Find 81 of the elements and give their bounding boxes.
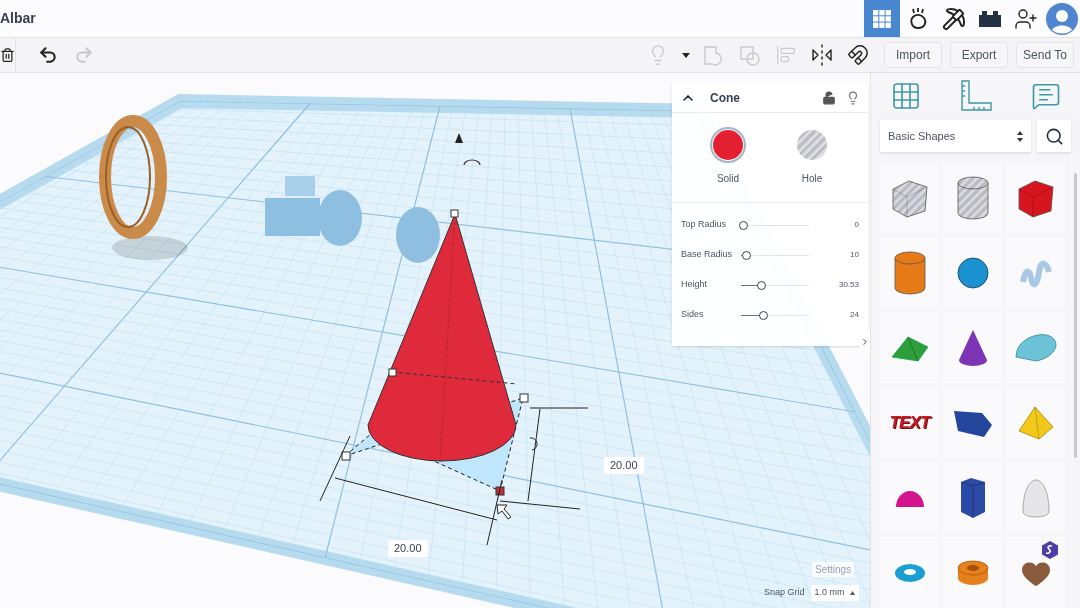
group-icon [703, 44, 725, 66]
shape-tile[interactable] [943, 387, 1002, 458]
pyramid-icon [1016, 404, 1055, 441]
parameter-label: Sides [681, 308, 705, 322]
parameter-value: 24 [850, 309, 859, 321]
magnet-icon [847, 44, 869, 66]
dimension-label: 20.00 [604, 457, 644, 474]
scrollbar[interactable] [1074, 173, 1077, 458]
snap-grid-dropdown[interactable]: 1.0 mm [810, 585, 859, 601]
cylinder-icon [955, 175, 990, 220]
search-button[interactable] [1037, 120, 1071, 152]
shape-tile[interactable] [1006, 537, 1065, 608]
grid-icon [872, 8, 892, 29]
shape-tile[interactable] [1006, 312, 1065, 383]
lightbulb-icon[interactable] [846, 90, 860, 105]
parameter-value: 30.53 [838, 279, 859, 291]
align-icon [776, 45, 796, 65]
solid-mode-button[interactable]: Solid [698, 127, 758, 186]
shape-name: Cone [710, 89, 740, 107]
hole-mode-button[interactable]: Hole [782, 127, 842, 186]
sort-arrows-icon [1017, 130, 1023, 142]
paraboloid-icon [1020, 477, 1051, 518]
shape-tile[interactable] [943, 537, 1002, 608]
snap-grid-label: Snap Grid [764, 586, 805, 600]
parameter-label: Base Radius [681, 248, 734, 262]
slider-thumb[interactable] [742, 250, 752, 260]
parameter-label: Height [681, 278, 708, 292]
tube-icon [956, 559, 989, 586]
shape-tile[interactable] [943, 312, 1002, 383]
shape-tile[interactable]: TEXT [880, 387, 939, 458]
cylinder-icon [892, 250, 927, 295]
trash-button[interactable] [0, 38, 16, 72]
shape-tile[interactable] [1006, 387, 1065, 458]
toolbar-button[interactable]: Export [950, 42, 1008, 68]
shape-tile[interactable] [943, 237, 1002, 308]
shape-tile[interactable] [1006, 162, 1065, 233]
toolbar-button[interactable]: Send To [1016, 42, 1074, 68]
shape-tile[interactable] [880, 462, 939, 533]
parameter-value: 10 [850, 249, 859, 261]
shape-tile[interactable] [943, 462, 1002, 533]
grid-nav-button[interactable] [864, 0, 900, 37]
shape-tile[interactable] [1006, 237, 1065, 308]
search-icon [1044, 126, 1064, 146]
chevron-right-icon [860, 336, 870, 348]
shape-tile[interactable] [943, 162, 1002, 233]
slider[interactable] [741, 220, 809, 230]
avatar-nav-button[interactable] [1044, 0, 1080, 37]
slider[interactable] [741, 250, 809, 260]
sphere-icon [955, 255, 990, 290]
slider-thumb[interactable] [759, 310, 769, 320]
project-title: Albar [0, 9, 36, 28]
brick-icon [979, 10, 1001, 27]
slider[interactable] [741, 310, 809, 320]
caret-icon [682, 52, 690, 58]
text-shape-label: TEXT [889, 411, 930, 434]
lock-icon[interactable] [822, 90, 836, 105]
shape-tile[interactable] [880, 312, 939, 383]
shape-tile[interactable] [880, 537, 939, 608]
parameter-value: 0 [854, 219, 859, 231]
shape-tile[interactable] [880, 237, 939, 308]
ruler-icon[interactable] [959, 78, 994, 113]
blob-icon [907, 6, 929, 31]
torus-icon [893, 562, 926, 583]
undo-icon [38, 45, 58, 65]
slider-thumb[interactable] [757, 280, 767, 290]
pickaxe-icon [942, 6, 966, 31]
dimension-label: 20.00 [388, 540, 428, 557]
mirror-icon [810, 43, 834, 67]
ungroup-icon [739, 44, 761, 66]
slider[interactable] [741, 280, 809, 290]
parameter-label: Top Radius [681, 218, 728, 232]
toolbar-button[interactable]: Import [884, 42, 942, 68]
add-user-icon [1014, 6, 1038, 31]
slider-thumb[interactable] [739, 220, 749, 230]
trash-icon [0, 45, 15, 65]
redo-icon [74, 45, 94, 65]
shape-tile[interactable] [880, 162, 939, 233]
category-dropdown[interactable]: Basic Shapes [880, 120, 1031, 152]
caret-icon [849, 591, 855, 595]
shape-tile[interactable] [1006, 462, 1065, 533]
badge-icon [1041, 541, 1059, 559]
